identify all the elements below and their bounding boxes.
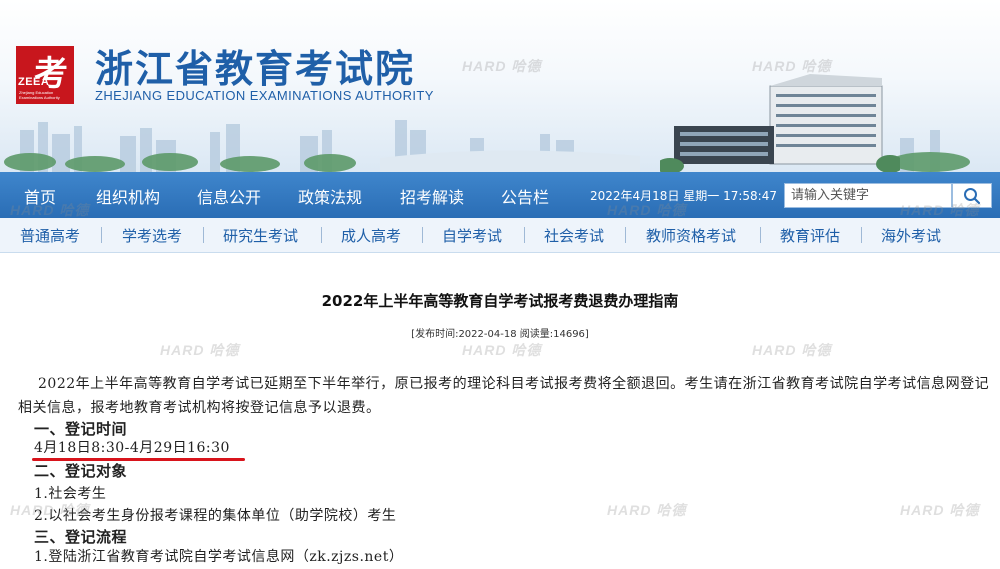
site-banner: 考 ZEEA Zhejiang Education Examinations A… bbox=[0, 0, 1000, 172]
sub-nav-divider bbox=[861, 227, 862, 243]
search-input[interactable] bbox=[784, 183, 952, 208]
registration-process-item: 1.登陆浙江省教育考试院自学考试信息网（zk.zjzs.net） bbox=[34, 549, 404, 565]
nav-item-admission-guide[interactable]: 招考解读 bbox=[400, 184, 464, 208]
article-meta: [发布时间:2022-04-18 阅读量:14696] bbox=[411, 329, 589, 340]
sub-nav: 普通高考 学考选考 研究生考试 成人高考 自学考试 社会考试 教师资格考试 教育… bbox=[0, 218, 1000, 253]
nav-item-home[interactable]: 首页 bbox=[24, 184, 56, 208]
sub-nav-divider bbox=[101, 227, 102, 243]
sub-nav-divider bbox=[321, 227, 322, 243]
section-heading-registration-target: 二、登记对象 bbox=[34, 462, 128, 480]
sub-nav-teacher-cert[interactable]: 教师资格考试 bbox=[646, 225, 736, 246]
zeea-logo[interactable]: 考 ZEEA Zhejiang Education Examinations A… bbox=[16, 46, 74, 104]
nav-item-bulletin[interactable]: 公告栏 bbox=[501, 184, 549, 208]
watermark: HARD 哈德 bbox=[160, 342, 240, 358]
sub-nav-adult[interactable]: 成人高考 bbox=[341, 225, 401, 246]
site-title: 浙江省教育考试院 bbox=[95, 47, 416, 91]
logo-subtext: Zhejiang Education Examinations Authorit… bbox=[19, 90, 60, 100]
search-button[interactable] bbox=[952, 183, 992, 208]
sub-nav-evaluation[interactable]: 教育评估 bbox=[780, 225, 840, 246]
nav-item-policies[interactable]: 政策法规 bbox=[298, 184, 362, 208]
watermark: HARD 哈德 bbox=[900, 502, 980, 518]
sub-nav-xuekao[interactable]: 学考选考 bbox=[122, 225, 182, 246]
exam-authority-building-image bbox=[660, 74, 900, 172]
registration-target-item: 1.社会考生 bbox=[34, 486, 107, 502]
main-nav: 首页 组织机构 信息公开 政策法规 招考解读 公告栏 2022年4月18日 星期… bbox=[0, 172, 1000, 218]
section-heading-registration-process: 三、登记流程 bbox=[34, 528, 128, 546]
watermark: HARD 哈德 bbox=[607, 502, 687, 518]
article-title: 2022年上半年高等教育自学考试报考费退费办理指南 bbox=[321, 292, 679, 310]
nav-item-organization[interactable]: 组织机构 bbox=[96, 184, 160, 208]
nav-item-info-disclosure[interactable]: 信息公开 bbox=[197, 184, 261, 208]
registration-target-item: 2.以社会考生身份报考课程的集体单位（助学院校）考生 bbox=[34, 508, 397, 524]
sub-nav-divider bbox=[625, 227, 626, 243]
watermark: HARD 哈德 bbox=[752, 342, 832, 358]
sub-nav-graduate[interactable]: 研究生考试 bbox=[223, 225, 298, 246]
article-intro: 2022年上半年高等教育自学考试已延期至下半年举行，原已报考的理论科目考试报考费… bbox=[18, 376, 990, 416]
sub-nav-social[interactable]: 社会考试 bbox=[544, 225, 604, 246]
sub-nav-self-study[interactable]: 自学考试 bbox=[442, 225, 502, 246]
sub-nav-divider bbox=[524, 227, 525, 243]
search-icon bbox=[964, 187, 981, 204]
sub-nav-overseas[interactable]: 海外考试 bbox=[881, 225, 941, 246]
sub-nav-divider bbox=[203, 227, 204, 243]
sub-nav-divider bbox=[422, 227, 423, 243]
registration-time-value: 4月18日8:30-4月29日16:30 bbox=[34, 440, 230, 456]
watermark: HARD 哈德 bbox=[462, 342, 542, 358]
logo-abbreviation: ZEEA bbox=[18, 76, 50, 88]
sub-nav-gaokao[interactable]: 普通高考 bbox=[20, 225, 80, 246]
sub-nav-divider bbox=[760, 227, 761, 243]
current-datetime: 2022年4月18日 星期一 17:58:47 bbox=[590, 189, 777, 203]
